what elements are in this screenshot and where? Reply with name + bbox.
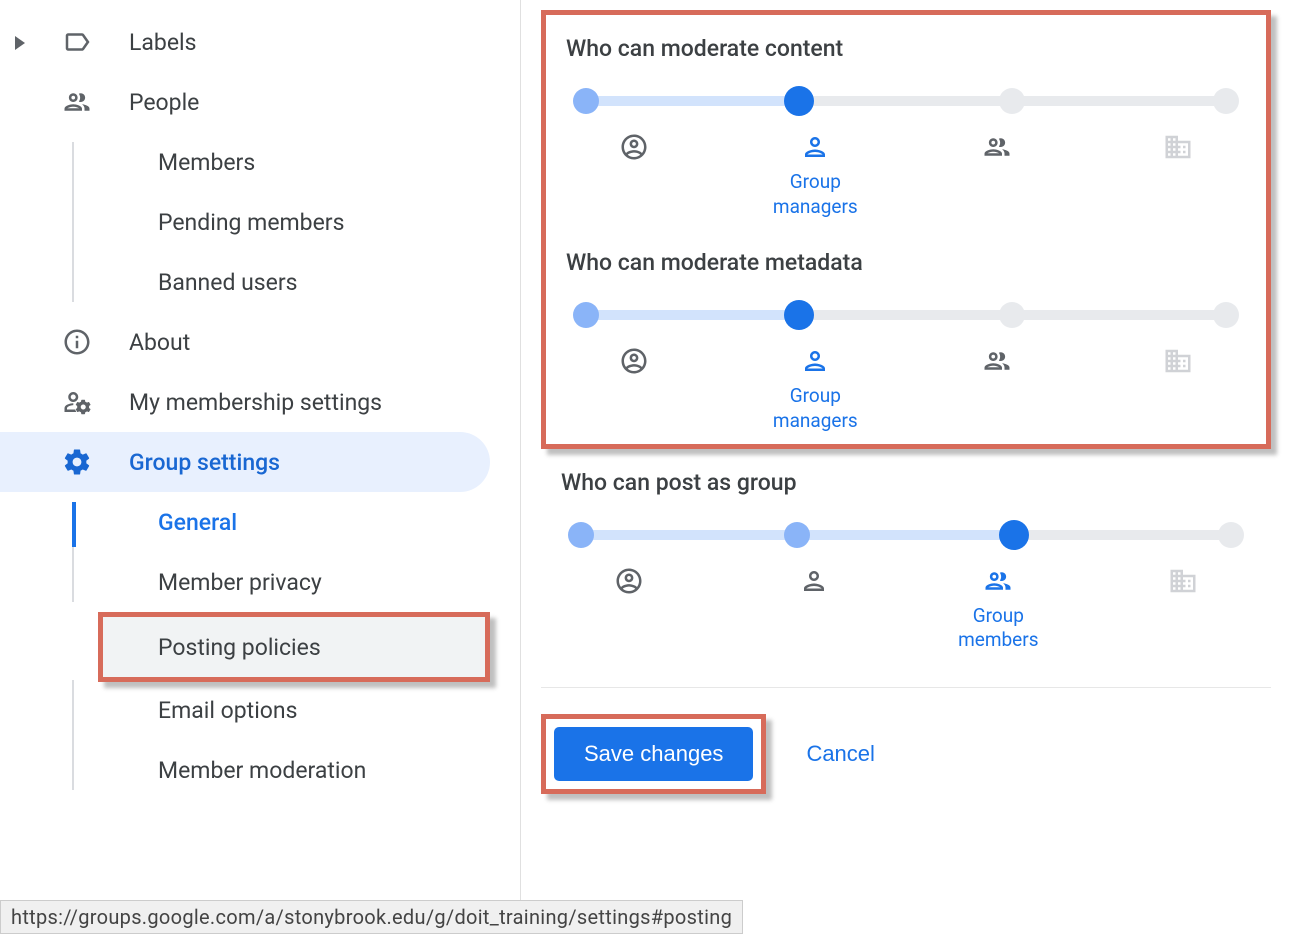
person-icon [800, 132, 830, 162]
sidebar-item-banned-users[interactable]: Banned users [72, 252, 490, 312]
setting-title: Who can moderate content [566, 35, 1246, 62]
group-icon [982, 346, 1012, 376]
nav-label: Member privacy [158, 569, 322, 596]
save-button[interactable]: Save changes [554, 727, 753, 781]
gear-icon [62, 447, 92, 477]
highlight-moderation-sections: Who can moderate content Group manag [541, 10, 1271, 449]
sidebar-item-my-membership[interactable]: My membership settings [0, 372, 490, 432]
permission-slider[interactable] [581, 518, 1231, 550]
highlight-save-button: Save changes [541, 714, 766, 794]
nav-label: Members [158, 149, 255, 176]
slider-stop-members[interactable]: Group members [938, 566, 1058, 653]
nav-label: General [158, 509, 237, 536]
indent-line [72, 142, 74, 302]
label-icon [62, 27, 92, 57]
cancel-button[interactable]: Cancel [806, 741, 874, 767]
nav-label: Email options [158, 697, 297, 724]
nav-label: Pending members [158, 209, 344, 236]
slider-stop-managers[interactable]: Group managers [755, 132, 875, 219]
people-icon [62, 87, 92, 117]
sidebar-item-about[interactable]: About [0, 312, 490, 372]
button-row: Save changes Cancel [541, 687, 1271, 794]
domain-icon [1168, 566, 1198, 596]
highlight-posting-policies: Posting policies [98, 612, 490, 682]
sidebar-item-group-settings[interactable]: Group settings [0, 432, 490, 492]
person-icon [800, 346, 830, 376]
slider-stop-managers[interactable]: Group managers [755, 346, 875, 433]
nav-label: Posting policies [158, 634, 321, 661]
slider-stop-members[interactable] [937, 132, 1057, 219]
setting-title: Who can post as group [561, 469, 1251, 496]
slider-stop-organization[interactable] [1118, 132, 1238, 219]
person-icon [799, 566, 829, 596]
status-bar-url: https://groups.google.com/a/stonybrook.e… [0, 900, 743, 934]
slider-label: Group managers [755, 170, 875, 219]
domain-icon [1163, 346, 1193, 376]
slider-stop-managers[interactable] [754, 566, 874, 653]
account-circle-icon [619, 346, 649, 376]
nav-label: Banned users [158, 269, 298, 296]
info-icon [62, 327, 92, 357]
indent-line [72, 680, 74, 790]
nav-label: Group settings [129, 449, 280, 476]
main-content: Who can moderate content Group manag [520, 0, 1291, 900]
sidebar-item-general[interactable]: General [72, 492, 490, 552]
permission-slider[interactable] [586, 84, 1226, 116]
sidebar-item-member-privacy[interactable]: Member privacy [72, 552, 490, 612]
nav-label: About [129, 329, 190, 356]
sidebar: Labels People Members Pending members Ba… [0, 0, 520, 900]
setting-post-as-group: Who can post as group Group members [541, 449, 1271, 663]
slider-stop-owners[interactable] [569, 566, 689, 653]
setting-moderate-metadata: Who can moderate metadata Group mana [546, 229, 1266, 443]
sidebar-item-member-moderation[interactable]: Member moderation [72, 740, 490, 800]
account-circle-icon [619, 132, 649, 162]
sidebar-item-members[interactable]: Members [72, 132, 490, 192]
sidebar-item-labels[interactable]: Labels [0, 12, 490, 72]
slider-stop-organization[interactable] [1123, 566, 1243, 653]
permission-slider[interactable] [586, 298, 1226, 330]
setting-title: Who can moderate metadata [566, 249, 1246, 276]
expand-triangle-icon[interactable] [15, 36, 25, 50]
slider-label: Group members [938, 604, 1058, 653]
slider-stop-members[interactable] [937, 346, 1057, 433]
nav-label: Labels [129, 29, 196, 56]
slider-stop-owners[interactable] [574, 132, 694, 219]
person-settings-icon [62, 387, 92, 417]
active-indicator [72, 502, 76, 547]
slider-stop-owners[interactable] [574, 346, 694, 433]
nav-label: Member moderation [158, 757, 366, 784]
setting-moderate-content: Who can moderate content Group manag [546, 15, 1266, 229]
sidebar-item-email-options[interactable]: Email options [72, 680, 490, 740]
account-circle-icon [614, 566, 644, 596]
slider-label: Group managers [755, 384, 875, 433]
group-icon [982, 132, 1012, 162]
sidebar-item-posting-policies[interactable]: Posting policies [103, 617, 485, 677]
sidebar-item-people[interactable]: People [0, 72, 490, 132]
nav-label: My membership settings [129, 389, 382, 416]
domain-icon [1163, 132, 1193, 162]
sidebar-item-pending-members[interactable]: Pending members [72, 192, 490, 252]
slider-stop-organization[interactable] [1118, 346, 1238, 433]
nav-label: People [129, 89, 199, 116]
group-icon [983, 566, 1013, 596]
